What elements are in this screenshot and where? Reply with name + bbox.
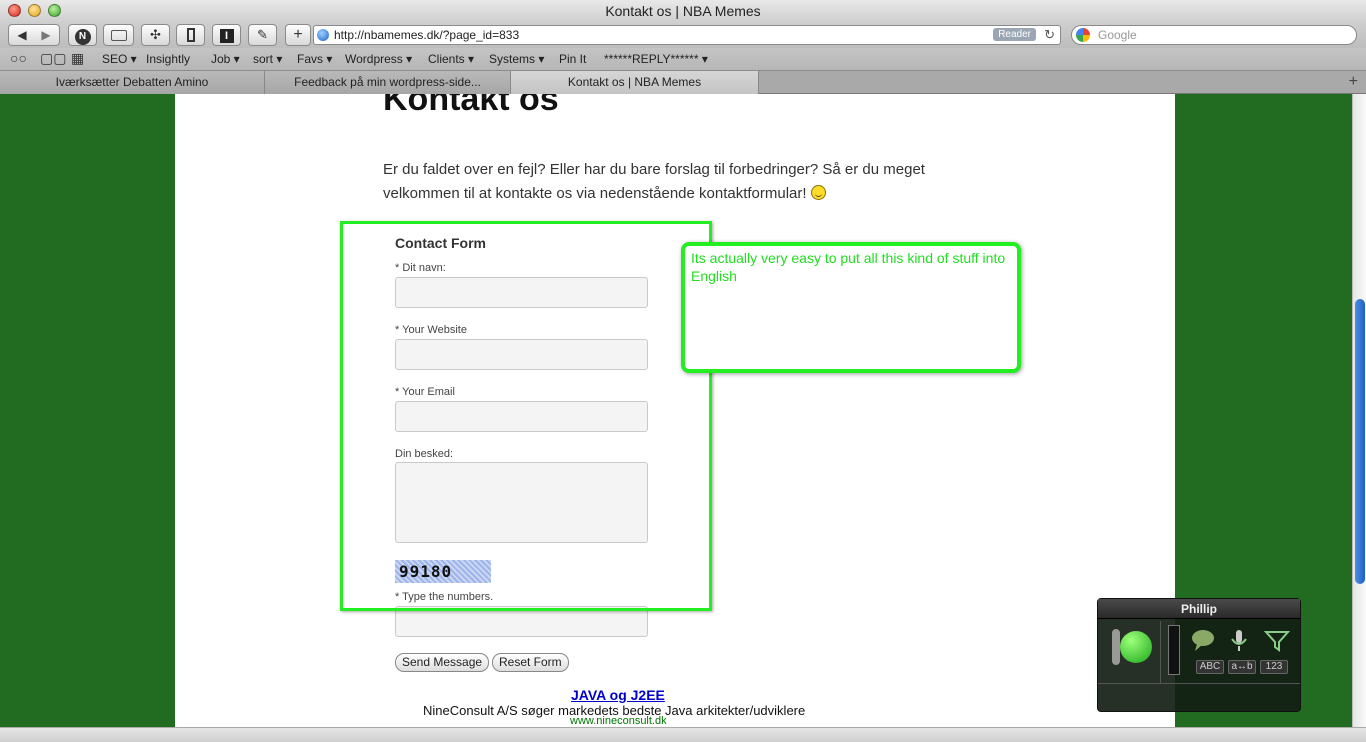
extension-n-button[interactable]: N <box>68 24 97 46</box>
dictation-mic-icon[interactable] <box>1226 627 1252 653</box>
reading-glasses-icon[interactable]: ○○ <box>10 51 27 65</box>
speech-bubble-icon[interactable] <box>1190 627 1216 653</box>
bookmark-wordpress[interactable]: Wordpress ▾ <box>345 52 412 66</box>
page-title: Kontakt os <box>383 94 559 118</box>
send-message-button[interactable]: Send Message <box>395 653 490 672</box>
dictation-user: Phillip <box>1098 599 1300 619</box>
bookmark-clients[interactable]: Clients ▾ <box>428 52 474 66</box>
plus-icon: + <box>293 26 303 43</box>
numbers-key[interactable]: 123 <box>1260 660 1288 674</box>
bookmarks-bar: ○○ ▢▢ ▦ SEO ▾ Insightly Job ▾ sort ▾ Fav… <box>0 48 1366 70</box>
bookmark-insightly[interactable]: Insightly <box>146 52 190 66</box>
ad-url[interactable]: www.nineconsult.dk <box>570 715 667 727</box>
close-window-button[interactable] <box>8 4 21 17</box>
reading-list-icon[interactable]: ▢▢ <box>40 51 66 65</box>
audio-level-meter <box>1168 625 1180 675</box>
page-content: Kontakt os Er du faldet over en fejl? El… <box>175 94 1175 727</box>
n-icon: N <box>74 29 91 45</box>
zoom-window-button[interactable] <box>48 4 61 17</box>
bookmark-job[interactable]: Job ▾ <box>211 52 240 66</box>
window-title: Kontakt os | NBA Memes <box>605 3 761 19</box>
bookmark-reply[interactable]: ******REPLY****** ▾ <box>604 52 708 66</box>
extension-pen-button[interactable]: ✎ <box>248 24 277 46</box>
intro-line-1: Er du faldet over en fejl? Eller har du … <box>383 161 925 178</box>
tab-bar: Iværksætter Debatten Amino Feedback på m… <box>0 70 1366 94</box>
back-icon[interactable]: ◀ <box>10 25 34 45</box>
reload-icon[interactable]: ↻ <box>1044 26 1055 44</box>
forward-icon[interactable]: ▶ <box>34 25 58 45</box>
dictation-widget: Phillip ABC a↔b 123 <box>1097 598 1301 712</box>
google-icon <box>1076 28 1090 42</box>
dictation-separator <box>1160 621 1161 683</box>
extension-book-button[interactable] <box>176 24 205 46</box>
tab-kontakt-os[interactable]: Kontakt os | NBA Memes <box>511 71 759 94</box>
vertical-scroll-thumb[interactable] <box>1355 299 1365 584</box>
globe-icon <box>317 29 329 41</box>
screen-icon <box>110 30 127 41</box>
microphone-icon[interactable] <box>1112 629 1120 665</box>
bookmark-sort[interactable]: sort ▾ <box>253 52 282 66</box>
add-bookmark-button[interactable]: + <box>285 24 311 46</box>
minimize-window-button[interactable] <box>28 4 41 17</box>
tab-feedback[interactable]: Feedback på min wordpress-side... <box>265 71 511 94</box>
search-placeholder: Google <box>1098 28 1137 42</box>
annotation-note: Its actually very easy to put all this k… <box>681 242 1021 373</box>
pen-icon: ✎ <box>257 27 268 42</box>
top-sites-grid-icon[interactable]: ▦ <box>71 51 84 65</box>
search-field[interactable]: Google <box>1071 25 1357 45</box>
reset-form-button[interactable]: Reset Form <box>492 653 569 672</box>
intro-text: Er du faldet over en fejl? Eller har du … <box>383 158 943 206</box>
extension-i-button[interactable]: I <box>212 24 241 46</box>
horizontal-scrollbar[interactable] <box>0 727 1366 742</box>
back-forward-buttons[interactable]: ◀ ▶ <box>8 24 60 46</box>
address-bar[interactable]: http://nbamemes.dk/?page_id=833 Reader ↻ <box>313 25 1061 45</box>
bookmark-pin-it[interactable]: Pin It <box>559 52 586 66</box>
abc-key[interactable]: ABC <box>1196 660 1224 674</box>
filter-icon[interactable] <box>1264 627 1290 653</box>
url-text: http://nbamemes.dk/?page_id=833 <box>334 28 520 42</box>
bookmark-systems[interactable]: Systems ▾ <box>489 52 544 66</box>
instapaper-icon: I <box>219 29 234 43</box>
highlight-box <box>340 221 712 611</box>
extension-arrows-button[interactable]: ✣ <box>141 24 170 46</box>
reader-button[interactable]: Reader <box>993 28 1036 41</box>
bookmark-favs[interactable]: Favs ▾ <box>297 52 332 66</box>
window-titlebar: Kontakt os | NBA Memes <box>0 0 1366 22</box>
tab-ivaerksaetter[interactable]: Iværksætter Debatten Amino <box>0 71 265 94</box>
dictation-divider <box>1098 683 1300 684</box>
mic-status-icon[interactable] <box>1120 631 1152 663</box>
new-tab-icon[interactable]: + <box>1349 73 1358 91</box>
book-icon <box>186 28 195 42</box>
smiley-icon <box>810 185 826 200</box>
intro-line-2: velkommen til at kontakte os via nedenst… <box>383 185 807 202</box>
arrows-icon: ✣ <box>150 27 161 42</box>
vertical-scrollbar[interactable] <box>1352 94 1366 727</box>
ad-title-link[interactable]: JAVA og J2EE <box>571 687 665 703</box>
bookmark-seo[interactable]: SEO ▾ <box>102 52 137 66</box>
screen-capture-button[interactable] <box>103 24 134 46</box>
swap-key[interactable]: a↔b <box>1228 660 1256 674</box>
